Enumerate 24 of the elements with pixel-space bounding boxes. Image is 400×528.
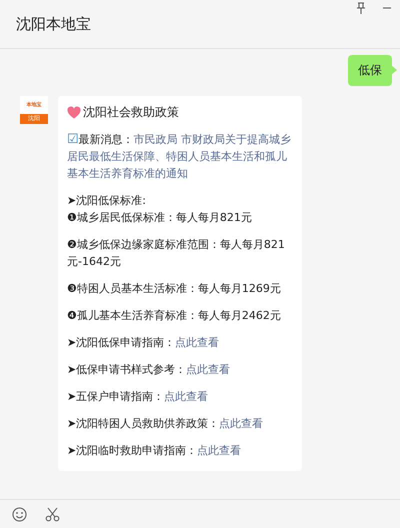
bubble-tail (391, 65, 397, 75)
guide-label: ➤沈阳临时救助申请指南： (67, 443, 198, 459)
view-link[interactable]: 点此查看 (197, 442, 242, 459)
message-bubble: 低保 (348, 55, 392, 86)
text-line: ➤沈阳低保标准: (67, 193, 147, 209)
text-line: ❶城乡居民低保标准：每人每月821元 (67, 210, 253, 226)
text-line: ❷城乡低保边缘家庭标准范围：每人每月821元-1642元 (67, 237, 286, 270)
news-paragraph: ☑最新消息：市民政局 市财政局关于提高城乡居民最低生活保障、特困人员基本生活和孤儿基本生活养育标准的通知 (67, 133, 292, 180)
guide-label: ➤低保申请书样式参考： (67, 362, 186, 378)
window-title: 沈阳本地宝 (16, 14, 91, 34)
heart-icon (67, 106, 81, 119)
text-line: ❸特困人员基本生活标准：每人每月1269元 (67, 281, 282, 297)
view-link[interactable]: 点此查看 (164, 388, 208, 405)
view-link[interactable]: 点此查看 (186, 361, 230, 378)
scissors-icon[interactable] (45, 506, 60, 522)
card-title: 沈阳社会救助政策 (83, 104, 179, 121)
guide-label: ➤沈阳特困人员救助供养政策： (67, 416, 220, 432)
guide-label: ➤沈阳低保申请指南： (67, 335, 176, 351)
view-link[interactable]: 点此查看 (175, 334, 220, 351)
pin-icon[interactable] (356, 2, 366, 14)
view-link[interactable]: 点此查看 (219, 415, 264, 432)
emoji-icon[interactable] (12, 506, 27, 522)
text-line: ❹孤儿基本生活养育标准：每人每月2462元 (67, 308, 282, 324)
guide-label: ➤五保户申请指南： (67, 389, 164, 405)
